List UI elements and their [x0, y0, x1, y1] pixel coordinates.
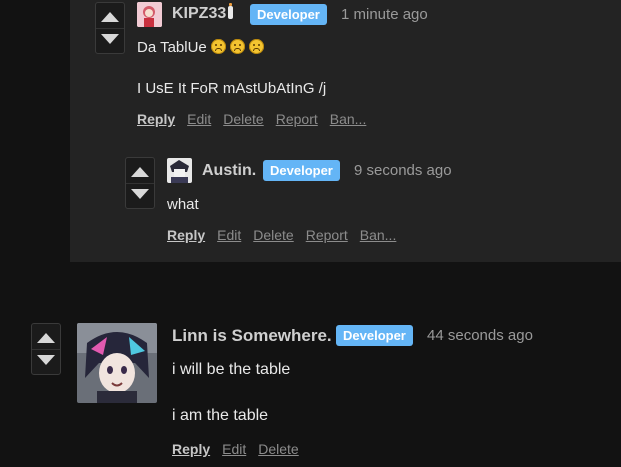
reply-link[interactable]: Reply — [172, 441, 210, 457]
comment-timestamp[interactable]: 44 seconds ago — [427, 327, 533, 344]
comment-actions: Reply Edit Delete Report Ban... — [167, 227, 408, 243]
vote-control — [31, 323, 61, 375]
ban-link[interactable]: Ban... — [330, 111, 367, 127]
comment-timestamp[interactable]: 9 seconds ago — [354, 162, 452, 179]
avatar-image — [137, 2, 162, 27]
comment-author[interactable]: Linn is Somewhere. — [172, 326, 332, 346]
username-text: KIPZ33 — [172, 5, 227, 22]
comment-actions: Reply Edit Delete — [172, 441, 311, 457]
vote-control — [95, 2, 125, 54]
baby-bottle-icon — [228, 3, 234, 19]
edit-link[interactable]: Edit — [187, 111, 211, 127]
avatar[interactable] — [167, 158, 192, 183]
upvote-icon[interactable] — [37, 333, 55, 343]
comment-timestamp[interactable]: 1 minute ago — [341, 6, 428, 23]
reply-link[interactable]: Reply — [137, 111, 175, 127]
avatar[interactable] — [137, 2, 162, 27]
frowning-face-icon — [229, 39, 245, 54]
ban-link[interactable]: Ban... — [360, 227, 397, 243]
comment-actions: Reply Edit Delete Report Ban... — [137, 111, 378, 127]
edit-link[interactable]: Edit — [217, 227, 241, 243]
comment-line: i am the table — [172, 407, 269, 424]
comment-line: what — [167, 196, 199, 213]
edit-link[interactable]: Edit — [222, 441, 246, 457]
delete-link[interactable]: Delete — [223, 111, 263, 127]
developer-badge: Developer — [336, 325, 413, 346]
comment-author[interactable]: KIPZ33 — [172, 3, 234, 23]
vote-control — [125, 157, 155, 209]
developer-badge: Developer — [263, 160, 340, 181]
report-link[interactable]: Report — [306, 227, 348, 243]
downvote-icon[interactable] — [101, 34, 119, 44]
comment-line: i will be the table — [172, 361, 291, 378]
downvote-icon[interactable] — [37, 355, 55, 365]
frowning-face-icon — [210, 39, 226, 54]
vote-divider — [96, 28, 124, 29]
upvote-icon[interactable] — [131, 167, 149, 177]
vote-divider — [126, 183, 154, 184]
avatar-image — [167, 158, 192, 183]
comment-body: Da TablUe — [137, 39, 264, 56]
comment-line: Da TablUe — [137, 39, 207, 56]
comment-line: I UsE It FoR mAstUbAtInG /j — [137, 80, 327, 97]
upvote-icon[interactable] — [101, 12, 119, 22]
delete-link[interactable]: Delete — [258, 441, 298, 457]
developer-badge: Developer — [250, 4, 327, 25]
avatar[interactable] — [77, 323, 157, 403]
reply-link[interactable]: Reply — [167, 227, 205, 243]
report-link[interactable]: Report — [276, 111, 318, 127]
frowning-face-icon — [248, 39, 264, 54]
vote-divider — [32, 349, 60, 350]
comment-author[interactable]: Austin. — [202, 162, 256, 180]
avatar-image — [77, 323, 157, 403]
delete-link[interactable]: Delete — [253, 227, 293, 243]
downvote-icon[interactable] — [131, 189, 149, 199]
